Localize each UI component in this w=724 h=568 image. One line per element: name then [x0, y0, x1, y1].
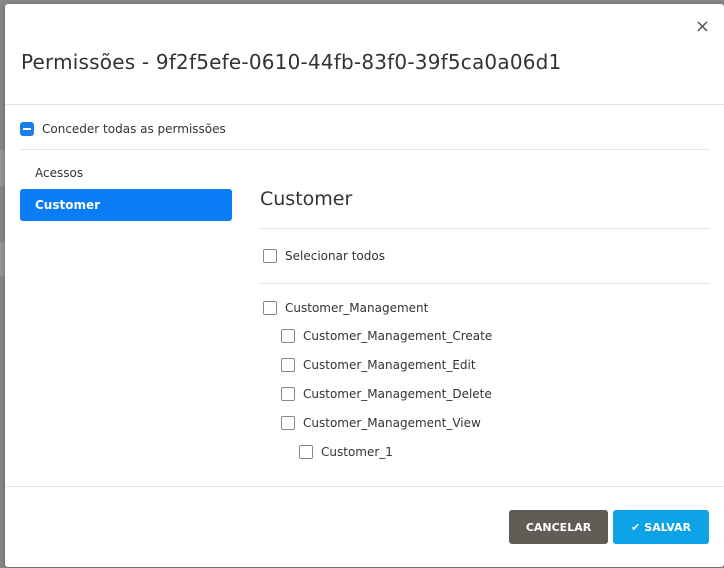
cancel-label: CANCELAR — [525, 520, 592, 534]
check-icon: ✔ — [631, 520, 641, 534]
select-all-label: Selecionar todos — [285, 249, 385, 263]
checkbox-icon — [263, 249, 277, 263]
permission-checkbox[interactable]: Customer_Management_Edit — [281, 358, 476, 372]
permission-label: Customer_Management_Create — [303, 329, 493, 343]
indeterminate-checkbox-icon — [20, 122, 34, 136]
grant-divider — [20, 149, 710, 150]
header-divider — [5, 104, 724, 105]
cancel-button[interactable]: CANCELAR — [509, 510, 608, 544]
checkbox-icon — [299, 445, 313, 459]
checkbox-icon — [281, 416, 295, 430]
sidebar-item-acessos[interactable]: Acessos — [20, 157, 232, 189]
permission-checkbox[interactable]: Customer_Management — [263, 301, 428, 315]
checkbox-icon — [263, 301, 277, 315]
permission-checkbox[interactable]: Customer_1 — [299, 445, 393, 459]
section-divider — [260, 228, 710, 229]
permission-label: Customer_Management — [285, 301, 429, 315]
close-button[interactable]: × — [695, 18, 710, 36]
select-all-checkbox[interactable]: Selecionar todos — [263, 249, 385, 263]
permission-label: Customer_1 — [321, 445, 393, 459]
sidebar-item-label: Customer — [35, 198, 101, 212]
permission-checkbox[interactable]: Customer_Management_Create — [281, 329, 492, 343]
footer-divider — [5, 486, 724, 487]
grant-all-checkbox[interactable]: Conceder todas as permissões — [20, 122, 226, 136]
permission-checkbox[interactable]: Customer_Management_Delete — [281, 387, 492, 401]
permission-label: Customer_Management_Delete — [303, 387, 492, 401]
permission-label: Customer_Management_View — [303, 416, 481, 430]
modal-title: Permissões - 9f2f5efe-0610-44fb-83f0-39f… — [21, 50, 562, 74]
sidebar-item-label: Acessos — [35, 166, 84, 180]
checkbox-icon — [281, 387, 295, 401]
save-label: SALVAR — [644, 520, 691, 534]
permission-label: Customer_Management_Edit — [303, 358, 476, 372]
permissions-modal: × Permissões - 9f2f5efe-0610-44fb-83f0-3… — [5, 4, 724, 567]
section-title: Customer — [260, 188, 353, 210]
save-button[interactable]: ✔ SALVAR — [613, 510, 709, 544]
sidebar-item-customer[interactable]: Customer — [20, 189, 232, 221]
permission-checkbox[interactable]: Customer_Management_View — [281, 416, 481, 430]
grant-all-label: Conceder todas as permissões — [42, 122, 226, 136]
checkbox-icon — [281, 358, 295, 372]
checkbox-icon — [281, 329, 295, 343]
select-all-divider — [260, 283, 710, 284]
